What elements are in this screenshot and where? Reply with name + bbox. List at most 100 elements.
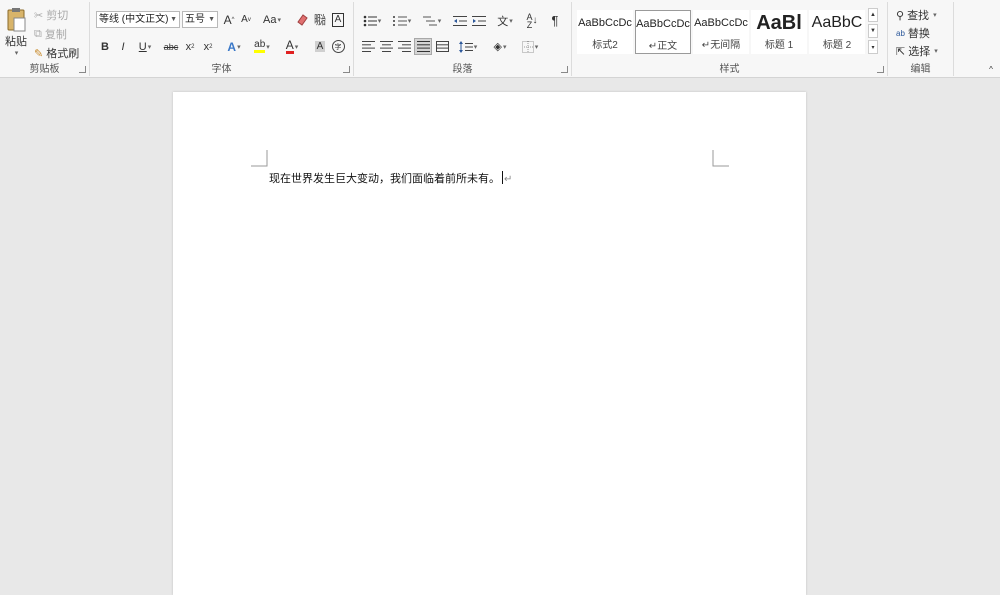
bullets-button[interactable]: ▾ (360, 12, 384, 29)
pilcrow-icon: ¶ (551, 13, 559, 28)
clipboard-group-label: 剪贴板 (29, 64, 60, 75)
styles-scroll-up-button[interactable]: ▲ (868, 8, 878, 22)
replace-label: 替换 (907, 28, 930, 40)
replace-button[interactable]: ab 替换 (896, 25, 930, 41)
italic-button[interactable]: I (116, 38, 130, 55)
clear-format-button[interactable] (294, 11, 310, 28)
more-icon: ▾ (871, 44, 875, 51)
style-tile-selected[interactable]: AaBbCcDc ↵正文 (635, 10, 691, 54)
shading-button[interactable]: ◈ ▾ (488, 38, 512, 55)
align-center-button[interactable] (378, 38, 394, 55)
style-tile[interactable]: AaBbCcDc ↵无间隔 (693, 10, 749, 54)
paste-dropdown-icon[interactable]: ▾ (15, 49, 19, 57)
sort-button[interactable]: A Z ↓ (524, 12, 540, 29)
show-marks-button[interactable]: ¶ (547, 12, 563, 29)
editing-group: ⚲ 查找 ▾ ab 替换 ⇱ 选择 ▾ 编辑 (888, 2, 954, 76)
line-spacing-button[interactable]: ▾ (456, 38, 480, 55)
margin-mark-top-right (712, 150, 729, 167)
font-size-value: 五号 (185, 14, 205, 25)
font-group: 等线 (中文正文) ▼ 五号 ▼ A ^ Av Aa ▾ ㍾ A B I U ▾ ab… (90, 2, 354, 76)
line-spacing-icon (458, 40, 473, 53)
phonetic-guide-button[interactable]: ㍾ (312, 11, 328, 28)
align-right-icon (397, 41, 411, 52)
paint-bucket-icon: ◈ (493, 41, 502, 53)
replace-icon: ab (896, 28, 905, 38)
align-right-button[interactable] (396, 38, 412, 55)
style-name-text: 无间隔 (710, 40, 741, 51)
document-paragraph[interactable]: 现在世界发生巨大变动，我们面临着前所未有。 ↵ (269, 170, 512, 186)
strikethrough-button[interactable]: abc (162, 38, 180, 55)
style-preview: AaBbCcDc (694, 17, 748, 29)
subscript-button[interactable]: x2 (183, 38, 197, 55)
cut-label: 剪切 (46, 10, 69, 22)
paragraph-launcher-icon[interactable] (561, 66, 568, 73)
paste-label: 粘贴 (5, 36, 27, 48)
eraser-icon (296, 14, 308, 26)
style-name: ↵无间隔 (701, 40, 741, 51)
increase-indent-icon (472, 15, 486, 26)
justify-icon (416, 41, 430, 52)
styles-group: AaBbCcDc 标式2 AaBbCcDc ↵正文 AaBbCcDc ↵无间隔 … (572, 2, 888, 76)
increase-indent-button[interactable] (471, 12, 487, 29)
align-left-button[interactable] (360, 38, 376, 55)
style-name-text: 正文 (657, 41, 678, 52)
select-button[interactable]: ⇱ 选择 ▾ (896, 43, 938, 59)
chevron-up-icon: ^ (989, 64, 993, 74)
font-name-value: 等线 (中文正文) (99, 14, 169, 25)
borders-button[interactable]: ▾ (518, 38, 542, 55)
style-tile[interactable]: AaBbCcDc 标式2 (577, 10, 633, 54)
find-button[interactable]: ⚲ 查找 ▾ (896, 7, 937, 23)
font-color-icon: A (285, 37, 294, 54)
distributed-icon (435, 41, 449, 52)
char-shading-button[interactable]: A (312, 38, 328, 55)
chevron-down-icon: ▼ (870, 28, 876, 34)
select-label: 选择 (908, 46, 931, 58)
numbering-button[interactable]: ▾ (390, 12, 414, 29)
align-left-icon (361, 41, 375, 52)
underline-button[interactable]: U ▾ (134, 38, 156, 55)
collapse-ribbon-button[interactable]: ^ (986, 64, 996, 74)
styles-scroll-down-button[interactable]: ▼ (868, 24, 878, 38)
highlight-button[interactable]: ab ▾ (250, 38, 274, 55)
shrink-font-button[interactable]: Av (239, 11, 253, 28)
styles-more-button[interactable]: ▾ (868, 40, 878, 54)
decrease-indent-button[interactable] (452, 12, 468, 29)
distributed-button[interactable] (434, 38, 450, 55)
copy-button[interactable]: ⧉ 复制 (34, 26, 67, 42)
text-effects-icon: A (227, 39, 237, 54)
paste-button[interactable]: 粘贴 ▾ (3, 6, 29, 58)
asian-layout-button[interactable]: 文 ▾ (493, 12, 517, 29)
format-painter-label: 格式刷 (46, 48, 80, 60)
style-tile[interactable]: AaBbC 标题 2 (809, 10, 865, 54)
justify-button[interactable] (414, 38, 432, 55)
font-color-button[interactable]: A ▾ (280, 38, 304, 55)
grow-font-button[interactable]: A ^ (222, 11, 236, 28)
text-effects-button[interactable]: A ▾ (222, 38, 246, 55)
cut-button[interactable]: ✂ 剪切 (34, 7, 68, 23)
multilevel-list-button[interactable]: ▾ (420, 12, 444, 29)
clipboard-launcher-icon[interactable] (79, 66, 86, 73)
font-name-combo[interactable]: 等线 (中文正文) ▼ (96, 11, 180, 28)
copy-label: 复制 (44, 29, 67, 41)
chevron-down-icon: ▼ (208, 16, 215, 23)
styles-launcher-icon[interactable] (877, 66, 884, 73)
highlighter-icon: ab (254, 40, 266, 53)
format-painter-button[interactable]: ✎ 格式刷 (34, 45, 79, 61)
char-border-button[interactable]: A (330, 11, 346, 28)
borders-icon (521, 40, 534, 53)
clipboard-group: 粘贴 ▾ ✂ 剪切 ⧉ 复制 ✎ 格式刷 剪贴板 (0, 2, 90, 76)
bold-button[interactable]: B (98, 38, 112, 55)
shrink-font-label: A (241, 14, 248, 25)
font-launcher-icon[interactable] (343, 66, 350, 73)
char-shading-icon: A (314, 41, 326, 52)
style-tile[interactable]: AaBl 标题 1 (751, 10, 807, 54)
style-preview: AaBbCcDc (636, 18, 690, 30)
font-size-combo[interactable]: 五号 ▼ (182, 11, 218, 28)
superscript-button[interactable]: x2 (201, 38, 215, 55)
search-icon: ⚲ (896, 9, 905, 22)
document-page[interactable]: 现在世界发生巨大变动，我们面临着前所未有。 ↵ (173, 92, 806, 595)
cursor-icon: ⇱ (896, 45, 906, 58)
phonetic-icon: ㍾ (313, 13, 326, 27)
change-case-button[interactable]: Aa ▾ (260, 11, 284, 28)
enclose-char-button[interactable]: 字 (330, 38, 346, 55)
